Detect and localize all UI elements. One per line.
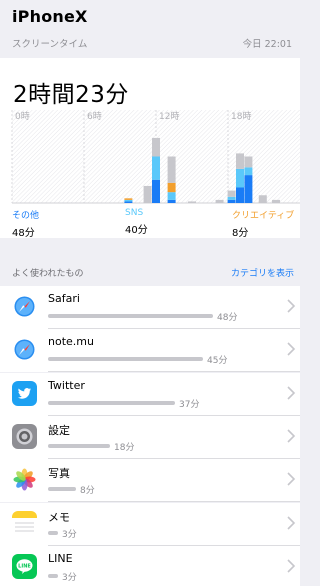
chart-bar-segment-sns (167, 192, 176, 200)
chevron-right-icon (286, 298, 296, 313)
usage-bar (48, 314, 213, 318)
chart-bar-segment-rest (152, 137, 160, 157)
chart-bar-segment-other (227, 199, 236, 203)
app-row[interactable]: LINE LINE 3分 (0, 545, 300, 586)
chart-bar-segment-rest (244, 156, 253, 168)
hour-tick-label: 0時 (15, 111, 30, 122)
app-name: メモ (48, 510, 70, 524)
app-row[interactable]: 写真 8分 (0, 459, 300, 503)
device-name: iPhoneX (12, 7, 88, 26)
chart-bar-segment-other (244, 175, 253, 203)
hour-tick-label: 18時 (231, 111, 251, 122)
show-categories-link[interactable]: カテゴリを表示 (231, 266, 294, 279)
category-other-label: その他 (12, 211, 40, 221)
app-duration: 18分 (114, 442, 135, 453)
hour-tick-label: 12時 (159, 111, 179, 122)
category-sns: SNS 40分 (125, 208, 148, 236)
usage-bar (48, 487, 76, 492)
usage-chart: 0時 6時 12時 18時 (11, 110, 300, 204)
chart-bar-segment-rest (236, 153, 244, 169)
chart-bar-segment-rest (143, 185, 152, 203)
chart-bar-segment-other (152, 179, 160, 203)
app-name: LINE (48, 551, 73, 565)
app-name: 写真 (48, 467, 70, 481)
app-duration: 3分 (62, 572, 77, 583)
app-name: Safari (48, 292, 80, 305)
app-row[interactable]: note.mu 45分 (0, 329, 300, 373)
usage-bar (48, 357, 203, 362)
category-other: その他 48分 (12, 208, 39, 239)
date-time: 今日 22:01 (242, 39, 292, 50)
hour-tick-label: 6時 (87, 111, 102, 122)
chevron-right-icon (286, 341, 296, 356)
chart-bar-segment-rest (272, 199, 280, 203)
chart-bar-segment-sns (152, 156, 160, 180)
chart-bar-segment-rest (188, 201, 196, 203)
app-duration: 48分 (217, 313, 238, 323)
chevron-right-icon (286, 428, 296, 443)
svg-text:LINE: LINE (18, 563, 31, 569)
app-row[interactable]: Safari 48分 (0, 286, 300, 329)
chart-bar-segment-sns (236, 168, 244, 188)
category-other-value: 48分 (12, 228, 35, 239)
notes-icon (12, 510, 37, 536)
apps-section-header: よく使われたもの カテゴリを表示 (0, 262, 300, 286)
chevron-right-icon (286, 385, 296, 400)
app-duration: 8分 (80, 486, 95, 497)
chart-bar-segment-creative (167, 182, 176, 193)
chevron-right-icon (286, 558, 296, 573)
app-duration: 37分 (179, 399, 200, 410)
usage-bar (48, 443, 110, 448)
app-name: 設定 (48, 423, 70, 437)
chart-bar-segment-sns (124, 199, 133, 202)
usage-bar (48, 530, 58, 535)
safari-icon (12, 294, 37, 319)
category-sns-label: SNS (125, 208, 144, 218)
chart-bar-segment-other (124, 201, 133, 203)
app-row[interactable]: 設定 18分 (0, 415, 300, 459)
category-creative: クリエイティブ 8分 (232, 208, 294, 239)
apps-section-title: よく使われたもの (12, 269, 84, 279)
twitter-icon (12, 380, 37, 406)
chart-bar-segment-creative (124, 198, 133, 200)
chart-bar-segment-other (236, 187, 244, 203)
section-label: スクリーンタイム (12, 39, 88, 50)
usage-card[interactable]: 2時間23分 0時 6時 12時 18時 その他 48分 SNS 40分 クリエイティ… (0, 58, 300, 239)
category-sns-value: 40分 (125, 225, 148, 236)
chart-bar-segment-other (167, 199, 176, 203)
category-creative-label: クリエイティブ (232, 211, 295, 221)
usage-bar (48, 400, 175, 405)
settings-icon (12, 423, 37, 449)
chart-bar-segment-sns (227, 196, 236, 200)
chevron-right-icon (286, 515, 296, 530)
app-row[interactable]: メモ 3分 (0, 502, 300, 546)
line-icon: LINE (12, 553, 37, 579)
safari-icon (12, 337, 37, 363)
app-row[interactable]: Twitter 37分 (0, 372, 300, 416)
usage-bar (48, 573, 58, 578)
category-creative-value: 8分 (232, 228, 249, 239)
app-name: Twitter (48, 378, 85, 392)
photos-icon (12, 467, 37, 493)
app-name: note.mu (48, 335, 94, 349)
chart-bar-segment-rest (227, 190, 236, 197)
chevron-right-icon (286, 471, 296, 486)
app-duration: 45分 (207, 356, 228, 367)
chart-bar-segment-rest (258, 195, 267, 203)
category-summary: その他 48分 SNS 40分 クリエイティブ 8分 (0, 208, 300, 239)
chart-bar-segment-rest (167, 156, 176, 183)
total-time: 2時間23分 (13, 82, 129, 108)
header: iPhoneX スクリーンタイム 今日 22:01 (0, 0, 300, 58)
chart-bar-segment-rest (215, 199, 224, 203)
chart-bar-segment-sns (244, 167, 253, 176)
app-duration: 3分 (62, 529, 77, 540)
